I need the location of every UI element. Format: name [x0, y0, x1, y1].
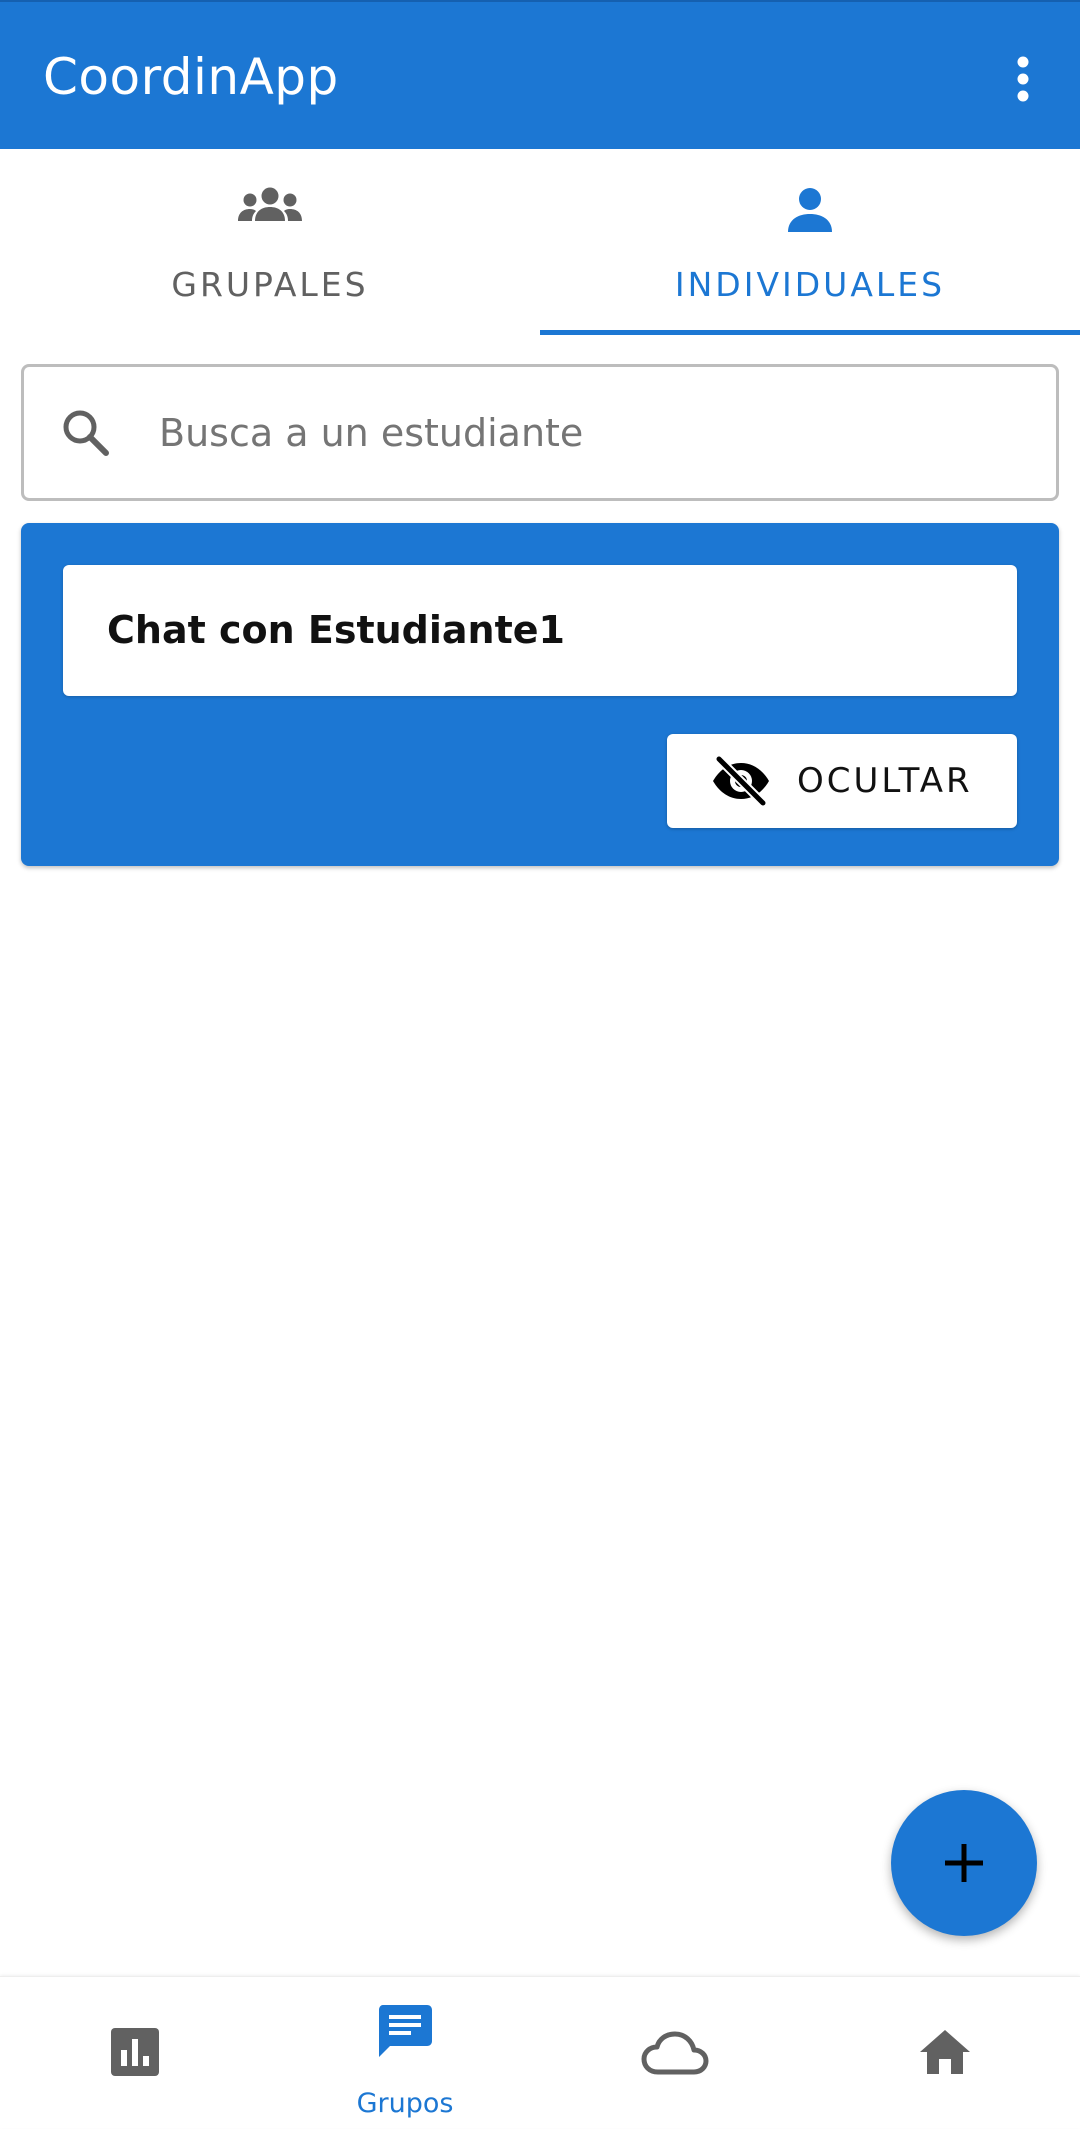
add-button[interactable]: [891, 1790, 1037, 1936]
app-title: CoordinApp: [43, 48, 339, 106]
bottom-navigation: Grupos: [0, 1976, 1080, 2128]
tab-grupales-label: GRUPALES: [171, 265, 369, 304]
nav-item-cloud[interactable]: [540, 1977, 810, 2129]
nav-item-grupos[interactable]: Grupos: [270, 1977, 540, 2129]
group-icon: [0, 187, 540, 227]
bar-chart-icon: [0, 2028, 270, 2076]
tab-individuales[interactable]: INDIVIDUALES: [540, 149, 1080, 339]
chat-icon: [270, 2003, 540, 2059]
search-input[interactable]: [159, 397, 1019, 469]
hide-button[interactable]: OCULTAR: [667, 734, 1017, 828]
cloud-icon: [540, 2030, 810, 2076]
chat-item[interactable]: Chat con Estudiante1: [63, 565, 1017, 696]
active-tab-indicator: [540, 330, 1080, 335]
more-vert-icon: [1017, 56, 1029, 102]
visibility-off-icon: [711, 754, 771, 811]
app-bar: CoordinApp: [0, 0, 1080, 149]
chat-card: Chat con Estudiante1 OCULTAR: [21, 523, 1059, 866]
tab-individuales-label: INDIVIDUALES: [674, 265, 946, 304]
search-icon: [60, 407, 112, 463]
add-icon: [945, 1844, 983, 1882]
person-icon: [540, 187, 1080, 233]
chat-title: Chat con Estudiante1: [107, 608, 565, 652]
nav-item-stats[interactable]: [0, 1977, 270, 2129]
home-icon: [810, 2028, 1080, 2076]
nav-item-home[interactable]: [810, 1977, 1080, 2129]
search-box[interactable]: [21, 364, 1059, 501]
tab-grupales[interactable]: GRUPALES: [0, 149, 540, 339]
hide-button-label: OCULTAR: [797, 761, 973, 801]
overflow-menu-button[interactable]: [993, 46, 1053, 112]
tab-bar: GRUPALES INDIVIDUALES: [0, 149, 1080, 339]
nav-item-grupos-label: Grupos: [356, 2088, 454, 2119]
